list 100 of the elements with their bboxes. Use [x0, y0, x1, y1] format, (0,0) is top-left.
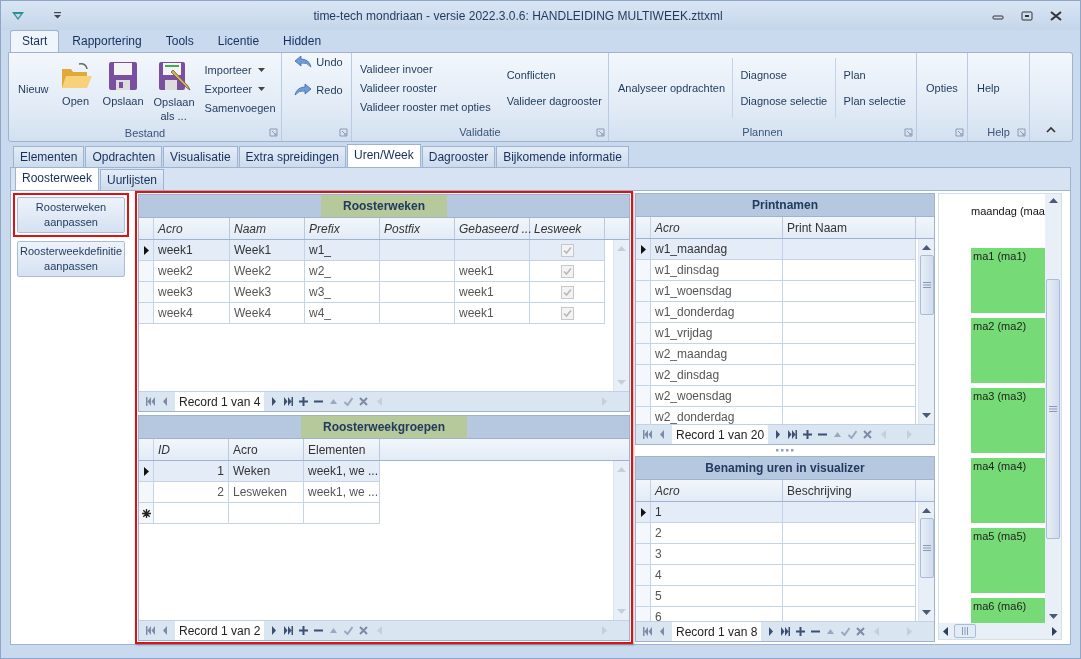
- column-header[interactable]: Naam: [230, 218, 305, 239]
- menu-button[interactable]: Plan: [839, 67, 910, 83]
- column-header[interactable]: Acro: [229, 439, 304, 460]
- last-icon[interactable]: [788, 430, 798, 439]
- table-cell[interactable]: [154, 503, 229, 524]
- menu-button[interactable]: Valideer rooster: [356, 80, 495, 96]
- first-icon[interactable]: [643, 430, 652, 439]
- column-header[interactable]: Acro: [651, 480, 783, 501]
- ribbon-tab[interactable]: Licentie: [206, 31, 271, 52]
- tab[interactable]: Opdrachten: [85, 146, 163, 167]
- column-header[interactable]: Postfix: [380, 218, 455, 239]
- table-cell[interactable]: [229, 503, 304, 524]
- dropdown-icon[interactable]: [54, 12, 61, 19]
- restore-icon[interactable]: [1021, 10, 1033, 21]
- last-icon[interactable]: [284, 626, 294, 635]
- plus-icon[interactable]: [803, 430, 813, 439]
- tab[interactable]: Dagrooster: [421, 146, 496, 167]
- menu-button[interactable]: Diagnose selectie: [736, 93, 832, 109]
- tab[interactable]: Roosterweek: [15, 167, 100, 190]
- column-header[interactable]: Acro: [154, 218, 230, 239]
- dialog-launcher-icon[interactable]: [904, 128, 913, 137]
- redo-button[interactable]: Redo: [290, 81, 347, 99]
- row-header[interactable]: [139, 503, 154, 524]
- dialog-launcher-icon[interactable]: [339, 128, 348, 137]
- scroll-up-icon[interactable]: [922, 508, 931, 513]
- vertical-scrollbar[interactable]: [918, 502, 934, 621]
- menu-button[interactable]: Analyseer opdrachten: [613, 80, 730, 96]
- menu-button[interactable]: Valideer invoer: [356, 61, 495, 77]
- row-header[interactable]: [139, 240, 154, 261]
- scroll-thumb[interactable]: [1046, 278, 1060, 539]
- menu-button[interactable]: Plan selectie: [839, 93, 910, 109]
- collapse-icon[interactable]: [1046, 126, 1056, 133]
- save-as-button[interactable]: Opslaan als ...: [148, 58, 199, 125]
- cross-icon[interactable]: [856, 627, 866, 636]
- row-header[interactable]: [636, 239, 651, 260]
- check-icon[interactable]: [848, 430, 858, 439]
- column-header[interactable]: Beschrijving: [783, 480, 916, 501]
- side-button[interactable]: Roosterweekdefinitie aanpassen: [17, 241, 125, 277]
- last-icon[interactable]: [781, 627, 791, 636]
- column-header[interactable]: Lesweek: [530, 218, 605, 239]
- caret-up-icon[interactable]: [833, 430, 843, 439]
- plus-icon[interactable]: [299, 626, 309, 635]
- scroll-down-icon[interactable]: [1048, 614, 1058, 619]
- last-icon[interactable]: [284, 397, 294, 406]
- check-icon[interactable]: [344, 626, 354, 635]
- tab[interactable]: Uren/Week: [346, 144, 421, 167]
- scroll-up-icon[interactable]: [1048, 198, 1058, 203]
- help-button[interactable]: Help: [972, 80, 1005, 96]
- dialog-launcher-icon[interactable]: [955, 128, 964, 137]
- caret-up-icon[interactable]: [329, 397, 339, 406]
- side-button[interactable]: Roosterweken aanpassen: [17, 197, 125, 233]
- vertical-scrollbar[interactable]: [918, 239, 934, 424]
- first-icon[interactable]: [643, 627, 652, 636]
- hour-block[interactable]: ma6 (ma6): [971, 598, 1045, 623]
- tab[interactable]: Uurlijsten: [100, 169, 165, 190]
- scroll-down-icon[interactable]: [922, 413, 931, 418]
- cross-icon[interactable]: [863, 430, 873, 439]
- hour-block[interactable]: ma3 (ma3): [971, 388, 1045, 453]
- check-icon[interactable]: [344, 397, 354, 406]
- options-button[interactable]: Opties: [921, 80, 963, 96]
- menu-button[interactable]: Diagnose: [736, 67, 832, 83]
- previous-icon[interactable]: [658, 430, 667, 439]
- previous-icon[interactable]: [658, 627, 667, 636]
- scroll-thumb[interactable]: [919, 518, 934, 578]
- menu-button[interactable]: Samenvoegen: [200, 100, 280, 116]
- scroll-thumb[interactable]: [954, 624, 976, 638]
- dialog-launcher-icon[interactable]: [596, 128, 605, 137]
- previous-icon[interactable]: [161, 626, 170, 635]
- scroll-left-icon[interactable]: [943, 626, 948, 636]
- dialog-launcher-icon[interactable]: [1017, 128, 1026, 137]
- ribbon-tab[interactable]: Tools: [154, 31, 205, 52]
- scroll-down-icon[interactable]: [922, 610, 931, 615]
- hour-block[interactable]: ma4 (ma4): [971, 458, 1045, 523]
- hour-block[interactable]: ma5 (ma5): [971, 528, 1045, 593]
- caret-up-icon[interactable]: [329, 626, 339, 635]
- close-icon[interactable]: [1050, 10, 1062, 21]
- undo-button[interactable]: Undo: [290, 53, 347, 71]
- column-header[interactable]: Gebaseerd ...: [455, 218, 530, 239]
- cross-icon[interactable]: [359, 397, 369, 406]
- column-header[interactable]: Elementen: [304, 439, 380, 460]
- column-header[interactable]: Print Naam: [783, 217, 916, 238]
- previous-icon[interactable]: [161, 397, 170, 406]
- column-header[interactable]: Acro: [651, 217, 783, 238]
- save-button[interactable]: Opslaan: [97, 58, 149, 109]
- tab[interactable]: Visualisatie: [163, 146, 238, 167]
- new-button[interactable]: Nieuw: [13, 81, 54, 97]
- first-icon[interactable]: [146, 397, 155, 406]
- menu-button[interactable]: Exporteer: [200, 81, 280, 97]
- horizontal-scrollbar[interactable]: [939, 623, 1061, 639]
- cross-icon[interactable]: [359, 626, 369, 635]
- tab[interactable]: Extra spreidingen: [238, 146, 346, 167]
- menu-button[interactable]: Valideer dagrooster: [502, 93, 606, 109]
- first-icon[interactable]: [146, 626, 155, 635]
- splitter-grip-icon[interactable]: [776, 449, 794, 452]
- menu-button[interactable]: Importeer: [200, 62, 280, 78]
- vertical-scrollbar[interactable]: [1045, 194, 1061, 623]
- dialog-launcher-icon[interactable]: [269, 128, 278, 137]
- open-button[interactable]: Open: [53, 58, 98, 109]
- ribbon-tab[interactable]: Start: [10, 30, 60, 52]
- next-icon[interactable]: [269, 626, 279, 635]
